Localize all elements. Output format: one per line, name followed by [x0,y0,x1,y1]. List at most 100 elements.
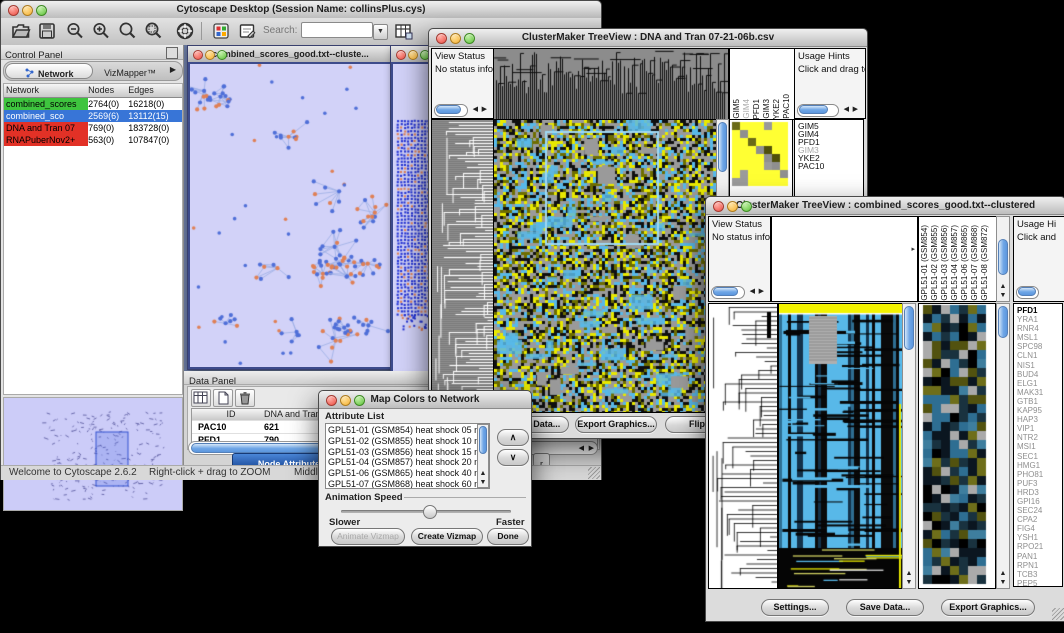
attribute-list-vscroll[interactable]: ▲ ▼ [477,424,489,488]
tv1-hints-scrollbar[interactable]: ◀ ▶ [797,103,861,116]
resize-grip[interactable] [588,467,600,479]
annotation-icon[interactable] [236,21,258,43]
zoom-in-icon[interactable] [90,21,112,43]
tv2-status-scrollbar[interactable]: ◀ ▶ [711,285,767,298]
done-button[interactable]: Done [487,528,529,545]
search-dropdown-icon[interactable]: ▼ [373,24,388,40]
save-data-button[interactable]: Save Data... [846,599,924,616]
tv2-heatmap-zoom[interactable] [919,304,993,586]
tv2-hints-scrollbar[interactable] [1016,285,1061,298]
gene-label: PEP5 [1017,579,1062,587]
minimize-icon[interactable] [205,50,215,60]
new-attribute-icon[interactable] [213,389,233,407]
tab-overflow-arrow[interactable]: ▶ [170,63,176,77]
scroll-down-icon[interactable]: ▼ [478,478,488,487]
save-icon[interactable] [36,21,58,43]
tab-vizmapper[interactable]: VizMapper™ [94,63,166,77]
close-icon[interactable] [326,395,337,406]
settings-button[interactable]: Settings... [761,599,829,616]
speed-slider[interactable] [341,505,511,517]
scroll-down-icon[interactable]: ▼ [903,578,915,587]
minimize-icon[interactable] [22,5,33,16]
close-icon[interactable] [193,50,203,60]
minimize-icon[interactable] [450,33,461,44]
scroll-down-icon[interactable]: ▼ [997,291,1009,300]
cell-nodes: 2569(6) [88,110,128,122]
main-title-bar[interactable]: Cytoscape Desktop (Session Name: collins… [1,1,601,19]
gene-label: SPC98 [1017,342,1062,351]
attribute-table-icon[interactable] [392,21,414,43]
scroll-up-icon[interactable]: ▲ [997,282,1009,291]
animate-vizmap-button[interactable]: Animate Vizmap [331,528,405,545]
close-icon[interactable] [436,33,447,44]
zoom-selected-icon[interactable] [116,21,138,43]
scroll-down-icon[interactable]: ▼ [997,578,1009,587]
scroll-up-icon[interactable]: ▲ [997,569,1009,578]
minimize-icon[interactable] [340,395,351,406]
network-table-row[interactable]: combined_sco2569(6)13112(15) [4,110,182,122]
table-view-icon[interactable] [191,389,211,407]
tv2-zoom-vscroll[interactable]: ▲ ▼ [996,303,1010,589]
move-up-button[interactable]: ∧ [497,429,529,446]
tab-network[interactable]: Network [5,63,93,79]
close-icon[interactable] [396,50,406,60]
vizmapper-icon[interactable] [210,21,232,43]
export-graphics-button[interactable]: Export Graphics... [575,416,657,433]
slider-thumb[interactable] [423,505,437,519]
network-table-row[interactable]: RNAPuberNov2+563(0)107847(0) [4,134,182,146]
minimize-icon[interactable] [408,50,418,60]
create-vizmap-button[interactable]: Create Vizmap [411,528,483,545]
expand-arrow-icon[interactable]: ▸ [911,245,915,253]
treeview1-title-bar[interactable]: ClusterMaker TreeView : DNA and Tran 07-… [429,29,867,47]
gene-label: GPI16 [1017,497,1062,506]
scroll-right-icon[interactable]: ▶ [589,444,594,452]
resize-grip[interactable] [1052,608,1064,620]
tv1-row-dendrogram[interactable] [431,119,494,413]
network-table-row[interactable]: DNA and Tran 07769(0)183728(0) [4,122,182,134]
move-down-button[interactable]: ∨ [497,449,529,466]
close-icon[interactable] [8,5,19,16]
scroll-left-icon[interactable]: ◀ [579,444,584,452]
network-overview-canvas[interactable] [3,397,183,511]
dialog-title-bar[interactable]: Map Colors to Network [319,391,531,409]
tv2-column-dendrogram-area[interactable]: ▸ [771,216,918,302]
tv1-heatmap-zoom[interactable] [730,120,790,204]
zoom-window-icon[interactable] [36,5,47,16]
tv1-column-dendrogram[interactable] [493,48,729,120]
network-canvas[interactable] [190,64,391,367]
zoom-window-icon[interactable] [741,201,752,212]
zoom-window-icon[interactable] [464,33,475,44]
treeview2-title-bar[interactable]: ClusterMaker TreeView : combined_scores_… [706,197,1064,215]
scroll-right-icon[interactable]: ▶ [482,105,487,115]
tv2-row-dendrogram[interactable] [708,303,778,589]
scroll-up-icon[interactable]: ▲ [478,469,488,478]
cell-id: PAC10 [192,421,264,433]
tv2-column-label: GPL51-03 (GSM856) [940,225,950,301]
tv2-heatmap-vscroll[interactable]: ▲ ▼ [902,303,916,589]
scroll-left-icon[interactable]: ◀ [473,105,478,115]
scroll-right-icon[interactable]: ▶ [853,105,858,115]
close-icon[interactable] [713,201,724,212]
open-folder-icon[interactable] [10,21,32,43]
scroll-up-icon[interactable]: ▲ [903,569,915,578]
scroll-right-icon[interactable]: ▶ [759,287,764,297]
tv1-status-scrollbar[interactable]: ◀ ▶ [434,103,490,116]
network-table-row[interactable]: combined_scores2764(0)16218(0) [4,98,182,110]
zoom-fit-icon[interactable] [142,21,164,43]
help-lifering-icon[interactable] [174,21,196,43]
tv1-heatmap-global[interactable] [493,119,717,413]
tv2-collabel-vscroll[interactable]: ▲ ▼ [996,216,1010,302]
zoom-window-icon[interactable] [217,50,227,60]
export-graphics-button[interactable]: Export Graphics... [941,599,1035,616]
scroll-left-icon[interactable]: ◀ [844,105,849,115]
gene-label: KAP95 [1017,406,1062,415]
float-panel-icon[interactable] [166,47,178,59]
attribute-listbox[interactable]: GPL51-01 (GSM854) heat shock 05 minGPL51… [325,423,490,489]
search-input[interactable] [301,22,373,38]
zoom-out-icon[interactable] [64,21,86,43]
delete-attribute-icon[interactable] [235,389,255,407]
scroll-left-icon[interactable]: ◀ [750,287,755,297]
tv2-heatmap-global[interactable] [778,303,903,589]
minimize-icon[interactable] [727,201,738,212]
zoom-window-icon[interactable] [354,395,365,406]
